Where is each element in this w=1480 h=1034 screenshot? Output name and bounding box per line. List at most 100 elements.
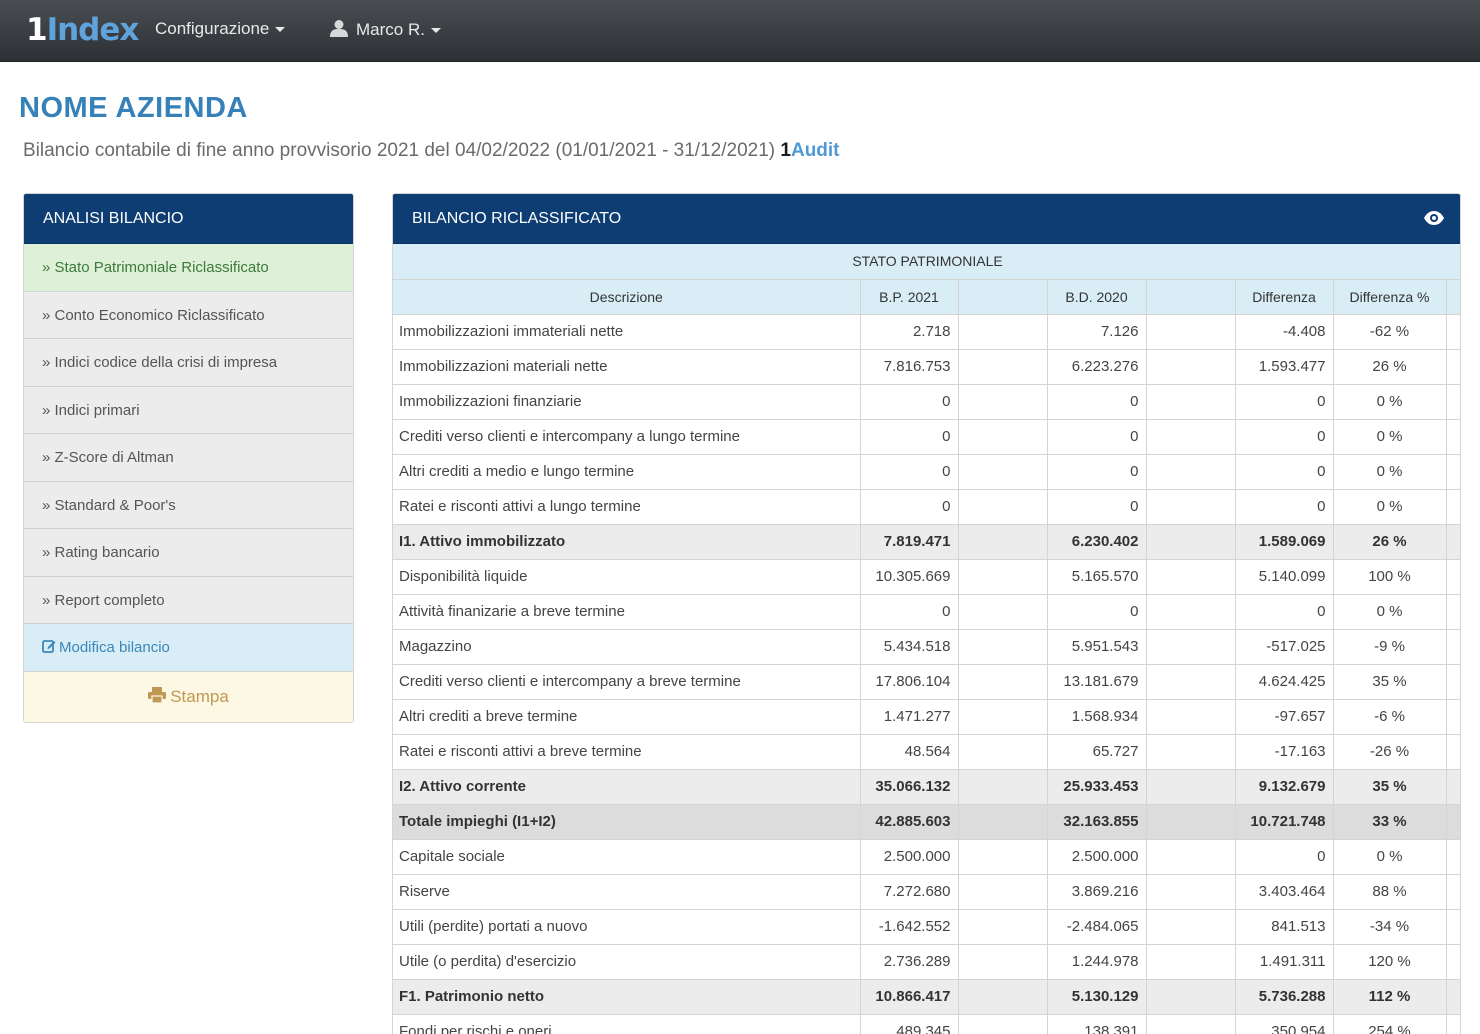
row-value: -1.642.552: [860, 909, 959, 945]
row-spacer: [1446, 419, 1460, 455]
brand-logo-one: 1: [26, 12, 48, 48]
sidebar-item-indici-crisi[interactable]: » Indici codice della crisi di impresa: [24, 339, 353, 387]
row-value: 13.181.679: [1047, 664, 1147, 700]
print-label: Stampa: [170, 686, 229, 706]
row-value: 0: [860, 454, 959, 490]
row-value: [1146, 804, 1236, 840]
row-value: 26 %: [1333, 349, 1447, 385]
row-value: [958, 734, 1048, 770]
column-header: B.D. 2020: [1047, 279, 1147, 315]
row-value: 26 %: [1333, 524, 1447, 560]
table-row: Attività finanizarie a breve termine 0 0 0 0…: [393, 594, 1460, 630]
sidebar-item-indici-primari[interactable]: » Indici primari: [24, 386, 353, 434]
sidebar-item-rating-bancario[interactable]: » Rating bancario: [24, 529, 353, 577]
row-value: 350.954: [1235, 1014, 1334, 1034]
row-description: Totale impieghi (I1+I2): [393, 804, 861, 840]
row-spacer: [1446, 664, 1460, 700]
row-value: [958, 839, 1048, 875]
brand-logo[interactable]: 1Index: [26, 12, 140, 48]
row-value: 10.866.417: [860, 979, 959, 1015]
row-value: [958, 594, 1048, 630]
print-icon: [148, 686, 167, 703]
table-row: Crediti verso clienti e intercompany a l…: [393, 419, 1460, 455]
audit-logo-text: Audit: [790, 140, 840, 161]
table-row: Utile (o perdita) d'esercizio 2.736.289 1.…: [393, 944, 1460, 980]
row-value: [1146, 839, 1236, 875]
total-row: Totale impieghi (I1+I2) 42.885.603 32.163.…: [393, 804, 1460, 840]
sidebar-item-conto-economico[interactable]: » Conto Economico Riclassificato: [24, 291, 353, 339]
row-spacer: [1446, 384, 1460, 420]
page-subtitle: Bilancio contabile di fine anno provviso…: [23, 140, 840, 162]
row-value: -26 %: [1333, 734, 1447, 770]
row-value: 10.721.748: [1235, 804, 1334, 840]
row-value: [1146, 769, 1236, 805]
row-value: [1146, 349, 1236, 385]
row-value: 7.126: [1047, 314, 1147, 350]
row-value: -9 %: [1333, 629, 1447, 665]
row-value: 1.568.934: [1047, 699, 1147, 735]
row-value: 0 %: [1333, 419, 1447, 455]
row-value: 0: [1235, 384, 1334, 420]
row-value: 2.500.000: [1047, 839, 1147, 875]
row-value: 120 %: [1333, 944, 1447, 980]
row-value: 3.869.216: [1047, 874, 1147, 910]
section-header-row: STATO PATRIMONIALE: [393, 244, 1460, 280]
configurazione-dropdown[interactable]: Configurazione: [155, 19, 286, 39]
eye-icon[interactable]: [1424, 211, 1444, 225]
sidebar-item-standard-poors[interactable]: » Standard & Poor's: [24, 481, 353, 529]
panel-header: BILANCIO RICLASSIFICATO: [393, 194, 1460, 244]
row-value: 1.471.277: [860, 699, 959, 735]
column-header-spacer: [1446, 279, 1460, 315]
row-value: [958, 664, 1048, 700]
row-description: Immobilizzazioni immateriali nette: [393, 314, 861, 350]
row-value: 138.391: [1047, 1014, 1147, 1034]
sidebar-item-stato-patrimoniale[interactable]: » Stato Patrimoniale Riclassificato: [24, 244, 353, 292]
subtotal-row: F1. Patrimonio netto 10.866.417 5.130.129 5…: [393, 979, 1460, 1015]
row-spacer: [1446, 909, 1460, 945]
print-button[interactable]: Stampa: [24, 671, 353, 722]
row-value: [1146, 524, 1236, 560]
row-value: 0: [1235, 489, 1334, 525]
edit-balance-label: Modifica bilancio: [59, 639, 170, 656]
row-value: [1146, 419, 1236, 455]
row-value: 1.491.311: [1235, 944, 1334, 980]
row-description: Ratei e risconti attivi a breve termine: [393, 734, 861, 770]
row-value: [1146, 909, 1236, 945]
row-value: [958, 769, 1048, 805]
user-name-label: Marco R.: [356, 20, 425, 39]
row-value: 6.230.402: [1047, 524, 1147, 560]
table-row: Ratei e risconti attivi a breve termine 4…: [393, 734, 1460, 770]
row-value: 0 %: [1333, 594, 1447, 630]
row-value: 841.513: [1235, 909, 1334, 945]
table-row: Crediti verso clienti e intercompany a b…: [393, 664, 1460, 700]
row-value: 0 %: [1333, 839, 1447, 875]
row-value: 33 %: [1333, 804, 1447, 840]
row-value: 100 %: [1333, 559, 1447, 595]
subtotal-row: I1. Attivo immobilizzato 7.819.471 6.230.4…: [393, 524, 1460, 560]
table-row: Magazzino 5.434.518 5.951.543 -517.025 -9 %: [393, 629, 1460, 665]
row-value: [958, 699, 1048, 735]
user-dropdown[interactable]: Marco R.: [330, 19, 441, 40]
brand-logo-index: Index: [46, 12, 140, 48]
row-value: [1146, 489, 1236, 525]
row-value: 35 %: [1333, 664, 1447, 700]
row-value: 1.589.069: [1235, 524, 1334, 560]
row-value: -4.408: [1235, 314, 1334, 350]
row-value: [958, 909, 1048, 945]
row-value: [958, 454, 1048, 490]
edit-balance-button[interactable]: Modifica bilancio: [24, 624, 353, 672]
row-value: 35 %: [1333, 769, 1447, 805]
column-header-row: Descrizione B.P. 2021 B.D. 2020 Differen…: [393, 279, 1460, 315]
row-spacer: [1446, 454, 1460, 490]
row-value: 0: [1047, 419, 1147, 455]
balance-table: STATO PATRIMONIALE Descrizione B.P. 2021…: [393, 244, 1460, 1034]
row-value: 0: [860, 384, 959, 420]
row-value: 2.500.000: [860, 839, 959, 875]
sidebar-item-report-completo[interactable]: » Report completo: [24, 576, 353, 624]
sidebar-item-z-score[interactable]: » Z-Score di Altman: [24, 434, 353, 482]
row-value: [958, 419, 1048, 455]
row-value: 254 %: [1333, 1014, 1447, 1034]
row-description: Altri crediti a medio e lungo termine: [393, 454, 861, 490]
row-value: [1146, 559, 1236, 595]
row-value: 0: [1047, 454, 1147, 490]
